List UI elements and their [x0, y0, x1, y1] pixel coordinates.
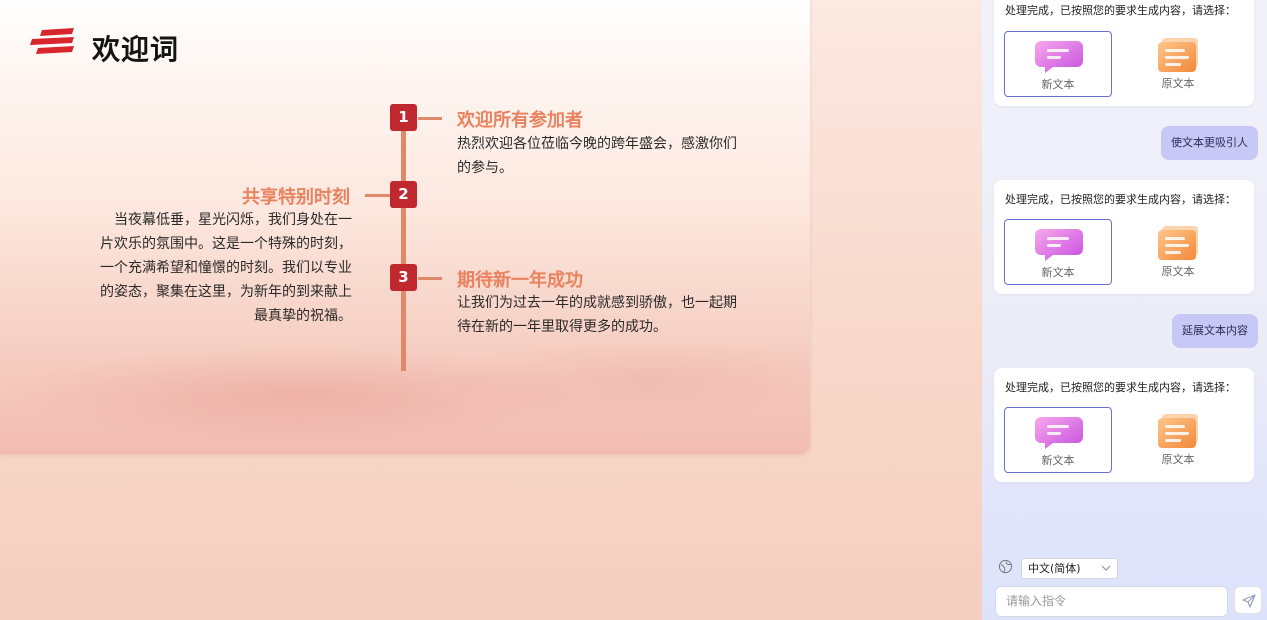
item-title-2[interactable]: 共享特别时刻 — [242, 183, 350, 209]
option-new-text-label: 新文本 — [1041, 78, 1075, 91]
instruction-input[interactable]: 请输入指令 — [995, 586, 1228, 617]
item-text-2-line: 当夜幕低垂，星光闪烁，我们身处在一 — [114, 212, 352, 228]
item-title-1[interactable]: 欢迎所有参加者 — [457, 106, 583, 132]
connector-2 — [365, 194, 390, 197]
connector-3 — [418, 277, 442, 280]
option-original-text[interactable]: 原文本 — [1124, 219, 1232, 285]
option-original-text-label: 原文本 — [1161, 453, 1195, 466]
send-button[interactable] — [1234, 586, 1262, 614]
new-text-bubble-icon — [1035, 41, 1083, 73]
send-icon — [1242, 594, 1256, 608]
user-message-bubble: 延展文本内容 — [1172, 314, 1258, 348]
globe-icon[interactable] — [998, 559, 1013, 574]
chevron-down-icon — [1101, 565, 1111, 571]
slide-logo-icon — [30, 28, 74, 54]
option-new-text[interactable]: 新文本 — [1004, 407, 1112, 473]
slide-title[interactable]: 欢迎词 — [92, 28, 179, 68]
option-new-text-label: 新文本 — [1041, 454, 1075, 467]
item-text-3[interactable]: 让我们为过去一年的成就感到骄傲，也一起期待在新的一年里取得更多的成功。 — [457, 291, 739, 339]
option-original-text[interactable]: 原文本 — [1124, 407, 1232, 473]
assistant-message-text: 处理完成，已按照您的要求生成内容，请选择： — [1005, 381, 1236, 394]
assistant-message-card: 处理完成，已按照您的要求生成内容，请选择： 新文本 原文本 — [994, 0, 1254, 106]
item-text-2-line: 的姿态，聚集在这里，为新年的到来献上 — [100, 284, 352, 300]
language-select[interactable]: 中文(简体) — [1021, 558, 1118, 579]
item-text-1[interactable]: 热烈欢迎各位莅临今晚的跨年盛会，感激你们的参与。 — [457, 132, 739, 180]
option-new-text-label: 新文本 — [1041, 266, 1075, 279]
assistant-message-text: 处理完成，已按照您的要求生成内容，请选择： — [1005, 193, 1236, 206]
original-text-document-icon — [1158, 226, 1198, 260]
connector-1 — [418, 117, 442, 120]
step-badge-1: 1 — [390, 104, 417, 131]
step-badge-3: 3 — [390, 264, 417, 291]
item-text-2[interactable]: 当夜幕低垂，星光闪烁，我们身处在一 片欢乐的氛围中。这是一个特殊的时刻， 一个充… — [100, 208, 352, 328]
original-text-document-icon — [1158, 38, 1198, 72]
assistant-message-text: 处理完成，已按照您的要求生成内容，请选择： — [1005, 4, 1236, 17]
option-original-text[interactable]: 原文本 — [1124, 31, 1232, 97]
item-title-3[interactable]: 期待新一年成功 — [457, 266, 583, 292]
original-text-document-icon — [1158, 414, 1198, 448]
item-text-2-line: 一个充满希望和憧憬的时刻。我们以专业 — [100, 260, 352, 276]
language-select-value: 中文(简体) — [1028, 562, 1081, 575]
new-text-bubble-icon — [1035, 417, 1083, 449]
option-new-text[interactable]: 新文本 — [1004, 219, 1112, 285]
option-new-text[interactable]: 新文本 — [1004, 31, 1112, 97]
item-text-2-line: 最真挚的祝福。 — [254, 308, 352, 324]
user-message-bubble: 使文本更吸引人 — [1161, 126, 1258, 160]
assistant-message-card: 处理完成，已按照您的要求生成内容，请选择： 新文本 原文本 — [994, 180, 1254, 294]
assistant-message-card: 处理完成，已按照您的要求生成内容，请选择： 新文本 原文本 — [994, 368, 1254, 482]
option-original-text-label: 原文本 — [1161, 77, 1195, 90]
item-text-2-line: 片欢乐的氛围中。这是一个特殊的时刻， — [100, 236, 352, 252]
ai-assistant-panel: 处理完成，已按照您的要求生成内容，请选择： 新文本 原文本 使文本更吸引人 处理… — [982, 0, 1267, 620]
step-badge-2: 2 — [390, 181, 417, 208]
slide-canvas[interactable]: 欢迎词 1 欢迎所有参加者 热烈欢迎各位莅临今晚的跨年盛会，感激你们的参与。 2… — [0, 0, 810, 454]
option-original-text-label: 原文本 — [1161, 265, 1195, 278]
new-text-bubble-icon — [1035, 229, 1083, 261]
timeline-line — [401, 126, 406, 371]
